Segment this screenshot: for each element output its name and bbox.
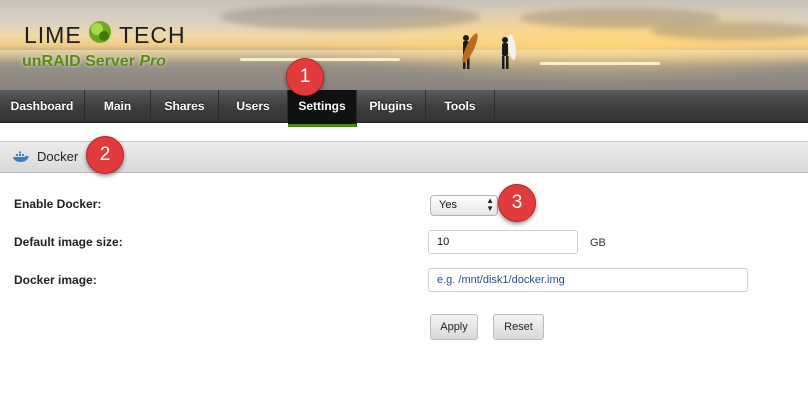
main-nav: Dashboard Main Shares Users Settings Plu… (0, 90, 808, 127)
nav-tab-plugins[interactable]: Plugins (357, 90, 426, 122)
nav-tab-dashboard[interactable]: Dashboard (0, 90, 85, 122)
nav-tab-tools[interactable]: Tools (426, 90, 495, 122)
section-title: Docker (37, 149, 79, 164)
nav-tab-users[interactable]: Users (219, 90, 288, 122)
nav-tab-main[interactable]: Main (85, 90, 151, 122)
apply-button[interactable]: Apply (430, 314, 478, 340)
docker-image-input[interactable]: e.g. /mnt/disk1/docker.img (428, 268, 748, 292)
lime-logo-icon (89, 21, 111, 43)
product-title: unRAID Server (22, 53, 135, 70)
logo-brand-right: TECH (119, 22, 186, 48)
nav-tab-settings[interactable]: Settings (288, 90, 357, 127)
product-edition: Pro (139, 53, 167, 70)
callout-marker-3: 3 (498, 184, 536, 222)
logo-brand-left: LIME (24, 22, 82, 48)
callout-marker-2: 2 (86, 136, 124, 174)
enable-docker-label: Enable Docker: (14, 197, 102, 211)
product-name: unRAID Server Pro (22, 53, 166, 71)
reset-button[interactable]: Reset (493, 314, 544, 340)
docker-image-label: Docker image: (14, 273, 97, 287)
docker-whale-icon (13, 151, 29, 162)
image-size-input[interactable]: 10 (428, 230, 578, 254)
enable-docker-value: Yes (439, 199, 457, 211)
image-size-unit: GB (590, 237, 606, 249)
select-arrows-icon: ▲ ▼ (486, 196, 494, 213)
enable-docker-select[interactable]: Yes ▲ ▼ (430, 195, 498, 216)
image-size-label: Default image size: (14, 235, 123, 249)
header-banner: LIME TECH unRAID Server Pro (0, 0, 808, 90)
nav-tab-shares[interactable]: Shares (151, 90, 219, 122)
surfers-illustration (462, 33, 516, 69)
callout-marker-1: 1 (286, 58, 324, 96)
